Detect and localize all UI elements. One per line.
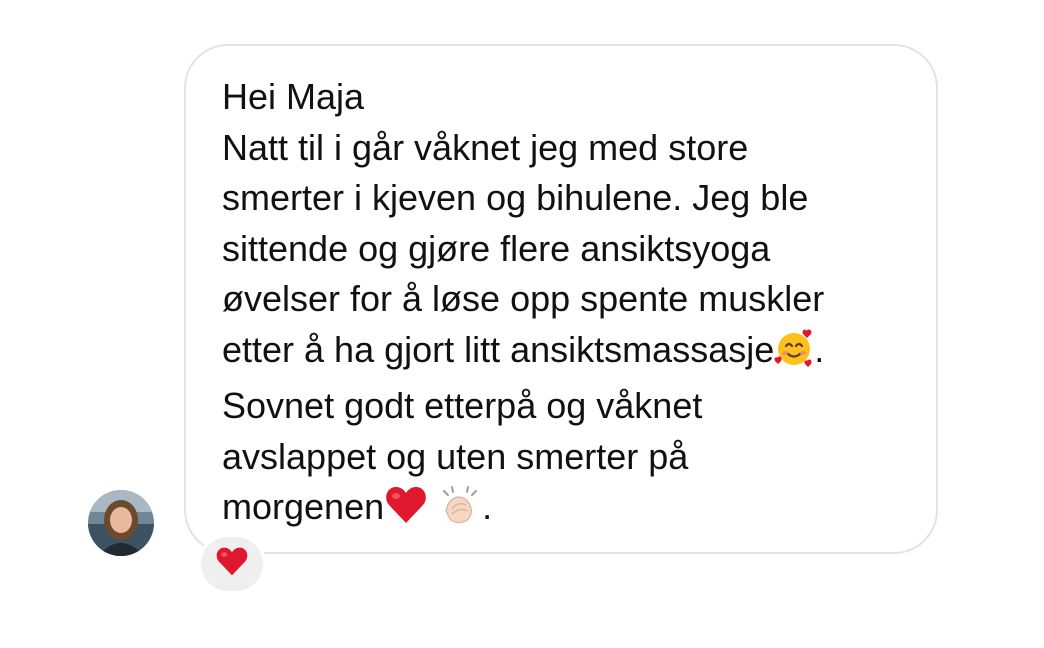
message-text: Hei Maja Natt til i går våknet jeg med s… [222, 72, 922, 539]
message-line: Hei Maja [222, 76, 365, 117]
avatar[interactable] [88, 490, 154, 556]
message-line: etter å ha gjort litt ansiktsmassasje . [222, 325, 922, 382]
heart-reaction-icon [215, 546, 249, 582]
message-line: Sovnet godt etterpå og våknet [222, 385, 703, 426]
smiling-face-with-hearts-icon [774, 328, 814, 382]
message-line: morgenen . [222, 482, 922, 539]
message-line: avslappet og uten smerter på [222, 435, 689, 477]
message-line: øvelser for å løse opp spente muskler [222, 278, 825, 319]
message-line: Natt til i går våknet jeg med store [222, 126, 749, 168]
avatar-photo [88, 490, 154, 556]
heart-reaction-badge[interactable] [198, 534, 266, 594]
message-line: smerter i kjeven og bihulene. Jeg ble [222, 177, 809, 218]
clapping-hands-icon [438, 485, 482, 539]
red-heart-icon [384, 485, 428, 539]
message-line: sittende og gjøre flere ansiktsyoga [222, 227, 771, 269]
